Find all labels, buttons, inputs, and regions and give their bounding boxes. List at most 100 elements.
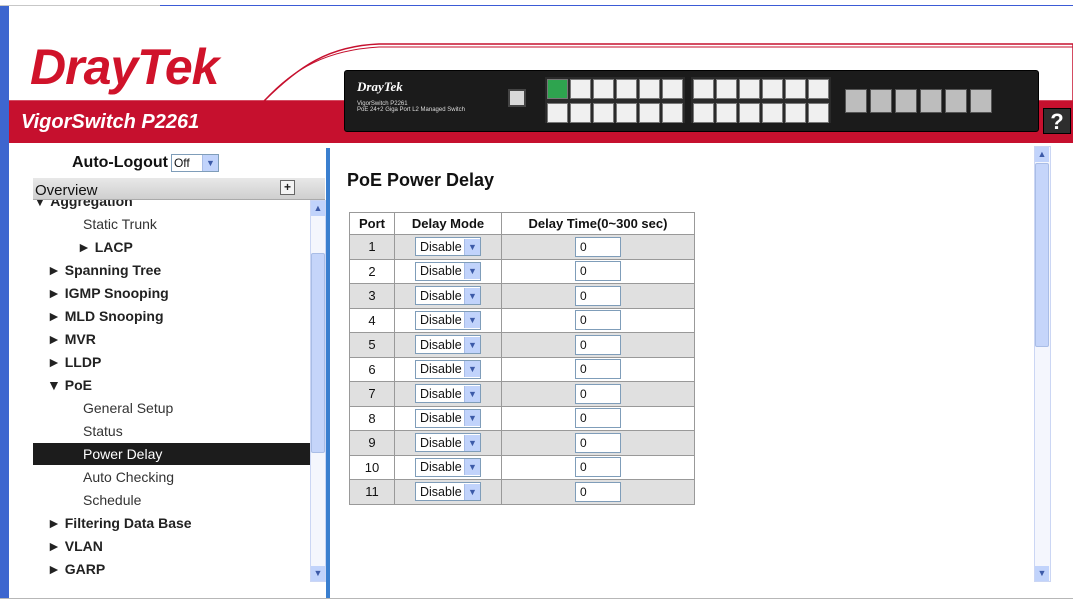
delay-time-cell: 0 xyxy=(501,430,695,456)
sidebar: Auto-Logout Off ▼ Overview + ▼ Aggregati… xyxy=(9,144,326,598)
delay-mode-cell: Disable ▼ xyxy=(394,405,502,431)
main-scrollbar[interactable]: ▲ ▼ xyxy=(1034,146,1051,582)
chevron-down-icon[interactable]: ▼ xyxy=(464,361,480,378)
delay-time-input[interactable]: 0 xyxy=(575,334,621,355)
scroll-thumb[interactable] xyxy=(311,253,325,453)
delay-time-input[interactable]: 0 xyxy=(575,285,621,306)
sidebar-item-mvr[interactable]: ► MVR xyxy=(33,328,311,350)
sidebar-scrollbar[interactable]: ▲ ▼ xyxy=(310,200,326,582)
delay-time-input[interactable]: 0 xyxy=(575,432,621,453)
sidebar-item-general-setup[interactable]: General Setup xyxy=(33,397,311,419)
delay-time-cell: 0 xyxy=(501,234,695,260)
delay-mode-value: Disable xyxy=(420,288,462,303)
delay-time-input[interactable]: 0 xyxy=(575,310,621,331)
delay-mode-cell: Disable ▼ xyxy=(394,381,502,407)
table-row: 7 Disable ▼ 0 xyxy=(349,381,695,407)
port-icon xyxy=(762,103,783,123)
chevron-down-icon[interactable]: ▼ xyxy=(201,155,218,171)
help-button[interactable]: ? xyxy=(1043,108,1071,134)
chevron-down-icon[interactable]: ▼ xyxy=(464,459,480,476)
sidebar-item-poe[interactable]: ▼ PoE xyxy=(33,374,311,396)
port-icon xyxy=(570,79,591,99)
sidebar-item-igmp-snooping[interactable]: ► IGMP Snooping xyxy=(33,282,311,304)
delay-time-input[interactable]: 0 xyxy=(575,481,621,502)
delay-time-input[interactable]: 0 xyxy=(575,261,621,282)
sidebar-item-power-delay[interactable]: Power Delay xyxy=(33,443,311,465)
sidebar-item-spanning-tree[interactable]: ► Spanning Tree xyxy=(33,259,311,281)
sfp-port-icon xyxy=(920,89,942,113)
port-number: 10 xyxy=(349,454,395,480)
port-icon xyxy=(593,79,614,99)
delay-mode-select[interactable]: Disable ▼ xyxy=(415,237,481,257)
scroll-up-icon[interactable]: ▲ xyxy=(1035,147,1049,162)
chevron-down-icon[interactable]: ▼ xyxy=(464,263,480,280)
port-icon xyxy=(762,79,783,99)
delay-mode-value: Disable xyxy=(420,435,462,450)
page-title: PoE Power Delay xyxy=(347,170,495,190)
delay-time-input[interactable]: 0 xyxy=(575,236,621,257)
port-icon xyxy=(716,79,737,99)
chevron-down-icon[interactable]: ▼ xyxy=(464,385,480,402)
sfp-port-icon xyxy=(845,89,867,113)
delay-mode-value: Disable xyxy=(420,264,462,279)
overview-bar[interactable]: Overview + xyxy=(33,178,325,200)
delay-mode-select[interactable]: Disable ▼ xyxy=(415,261,481,281)
delay-mode-select[interactable]: Disable ▼ xyxy=(415,286,481,306)
delay-mode-select[interactable]: Disable ▼ xyxy=(415,408,481,428)
delay-mode-select[interactable]: Disable ▼ xyxy=(415,310,481,330)
auto-logout-select[interactable]: Off ▼ xyxy=(170,154,219,172)
sidebar-item-schedule[interactable]: Schedule xyxy=(33,489,311,511)
table-row: 8 Disable ▼ 0 xyxy=(349,405,695,431)
chevron-down-icon[interactable]: ▼ xyxy=(464,336,480,353)
port-icon xyxy=(693,103,714,123)
scroll-thumb[interactable] xyxy=(1035,163,1049,347)
port-icon xyxy=(570,103,591,123)
delay-mode-select[interactable]: Disable ▼ xyxy=(415,359,481,379)
sidebar-item-vlan[interactable]: ► VLAN xyxy=(33,535,311,557)
sidebar-item-filtering-data-base[interactable]: ► Filtering Data Base xyxy=(33,512,311,534)
delay-mode-value: Disable xyxy=(420,484,462,499)
sidebar-item-lacp[interactable]: ► LACP xyxy=(33,236,311,258)
chevron-down-icon[interactable]: ▼ xyxy=(464,238,480,255)
delay-mode-select[interactable]: Disable ▼ xyxy=(415,433,481,453)
scroll-up-icon[interactable]: ▲ xyxy=(311,201,325,216)
plus-icon[interactable]: + xyxy=(280,180,295,195)
sidebar-item-mld-snooping[interactable]: ► MLD Snooping xyxy=(33,305,311,327)
scroll-down-icon[interactable]: ▼ xyxy=(311,566,325,581)
delay-mode-select[interactable]: Disable ▼ xyxy=(415,384,481,404)
scroll-down-icon[interactable]: ▼ xyxy=(1035,566,1049,581)
sidebar-item-lldp[interactable]: ► LLDP xyxy=(33,351,311,373)
delay-mode-cell: Disable ▼ xyxy=(394,356,502,382)
table-row: 9 Disable ▼ 0 xyxy=(349,430,695,456)
port-number: 3 xyxy=(349,283,395,309)
delay-time-input[interactable]: 0 xyxy=(575,457,621,478)
delay-mode-select[interactable]: Disable ▼ xyxy=(415,335,481,355)
delay-mode-cell: Disable ▼ xyxy=(394,454,502,480)
delay-mode-select[interactable]: Disable ▼ xyxy=(415,457,481,477)
port-icon xyxy=(593,103,614,123)
delay-time-input[interactable]: 0 xyxy=(575,359,621,380)
sidebar-item-static-trunk[interactable]: Static Trunk xyxy=(33,213,311,235)
sidebar-item-auto-checking[interactable]: Auto Checking xyxy=(33,466,311,488)
delay-time-input[interactable]: 0 xyxy=(575,383,621,404)
delay-mode-select[interactable]: Disable ▼ xyxy=(415,482,481,502)
sidebar-menu: ▼ Aggregation Static Trunk ► LACP ► Spannin… xyxy=(33,200,311,582)
delay-time-cell: 0 xyxy=(501,283,695,309)
draytek-logo: DrayTek xyxy=(30,39,219,95)
chevron-down-icon[interactable]: ▼ xyxy=(464,312,480,329)
delay-mode-value: Disable xyxy=(420,362,462,377)
delay-time-input[interactable]: 0 xyxy=(575,408,621,429)
delay-mode-value: Disable xyxy=(420,386,462,401)
chevron-down-icon[interactable]: ▼ xyxy=(464,410,480,427)
sidebar-item-aggregation[interactable]: ▼ Aggregation xyxy=(33,200,311,212)
sidebar-item-status[interactable]: Status xyxy=(33,420,311,442)
delay-time-cell: 0 xyxy=(501,356,695,382)
chevron-down-icon[interactable]: ▼ xyxy=(464,483,480,500)
table-row: 2 Disable ▼ 0 xyxy=(349,258,695,284)
sidebar-item-garp[interactable]: ► GARP xyxy=(33,558,311,580)
delay-mode-cell: Disable ▼ xyxy=(394,283,502,309)
chevron-down-icon[interactable]: ▼ xyxy=(464,434,480,451)
chevron-down-icon[interactable]: ▼ xyxy=(464,287,480,304)
delay-mode-value: Disable xyxy=(420,337,462,352)
port-number: 7 xyxy=(349,381,395,407)
